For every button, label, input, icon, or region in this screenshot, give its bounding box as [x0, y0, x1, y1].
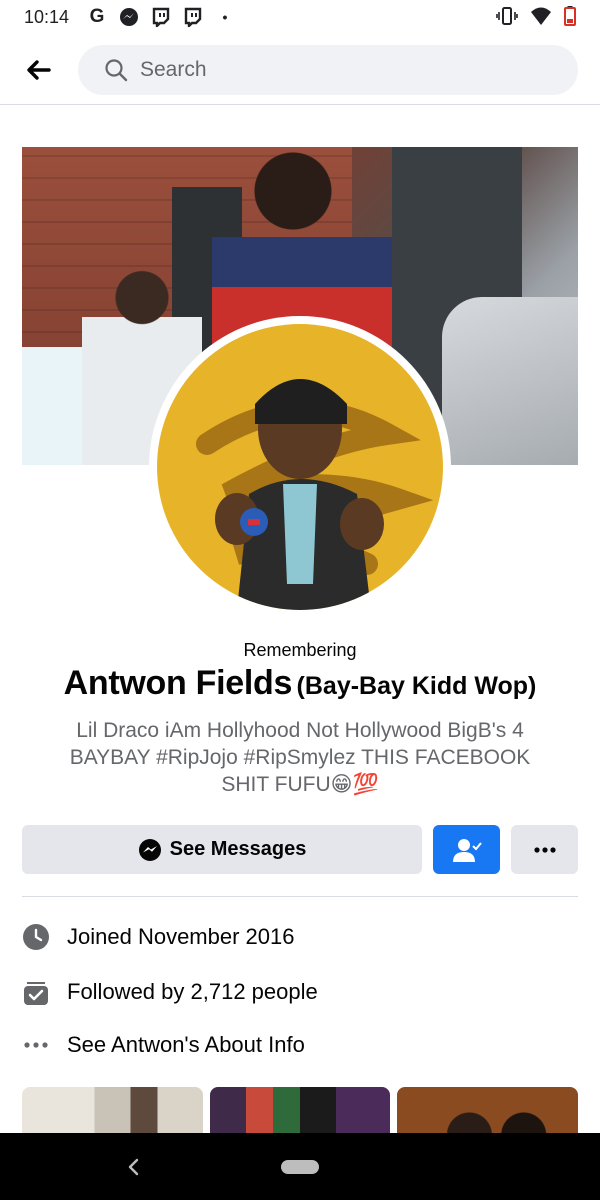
profile-name: Antwon Fields (Bay-Bay Kidd Wop) [0, 664, 600, 703]
status-time: 10:14 [24, 7, 70, 27]
search-icon [105, 59, 128, 82]
search-input[interactable] [138, 57, 542, 83]
wifi-icon [530, 6, 552, 31]
twitch-icon [182, 6, 204, 28]
followers-icon [22, 978, 50, 1006]
dot-icon: • [222, 9, 228, 25]
more-icon [533, 846, 556, 853]
twitch-icon [150, 6, 172, 28]
see-messages-label: See Messages [169, 838, 307, 860]
friends-check-icon [452, 838, 482, 862]
remembering-label: Remembering [243, 640, 357, 660]
profile-alt-name: (Bay-Bay Kidd Wop) [296, 672, 537, 700]
clock-icon [22, 923, 50, 951]
profile-name-main: Antwon Fields [63, 664, 293, 702]
back-arrow-icon [27, 60, 51, 80]
about-row[interactable]: See Antwon's About Info [22, 1030, 578, 1060]
google-icon: G [89, 6, 105, 27]
notification-icons: G • [86, 6, 236, 28]
messenger-icon [138, 838, 161, 861]
friends-button[interactable] [433, 825, 500, 874]
battery-low-icon [564, 6, 576, 31]
joined-text: Joined November 2016 [67, 924, 295, 949]
top-bar [0, 34, 600, 105]
profile-bio: Lil Draco iAm Hollyhood Not Hollywood Bi… [69, 719, 531, 796]
vibrate-icon [496, 6, 518, 31]
about-link: See Antwon's About Info [67, 1032, 305, 1057]
more-dots-icon [22, 1031, 50, 1059]
followers-row[interactable]: Followed by 2,712 people [22, 977, 578, 1007]
back-button[interactable] [22, 54, 54, 86]
nav-back-icon[interactable] [124, 1155, 144, 1179]
profile-avatar[interactable] [157, 324, 443, 610]
joined-row: Joined November 2016 [22, 922, 578, 952]
nav-home-pill[interactable] [281, 1160, 319, 1174]
status-bar: 10:14 G • [0, 0, 600, 34]
system-icons [496, 6, 576, 31]
messenger-icon [118, 6, 140, 28]
see-messages-button[interactable]: See Messages [22, 825, 422, 874]
followers-text: Followed by 2,712 people [67, 979, 318, 1004]
more-options-button[interactable] [511, 825, 578, 874]
system-nav-bar [0, 1133, 600, 1200]
search-box[interactable] [78, 45, 578, 95]
section-divider [22, 896, 578, 897]
